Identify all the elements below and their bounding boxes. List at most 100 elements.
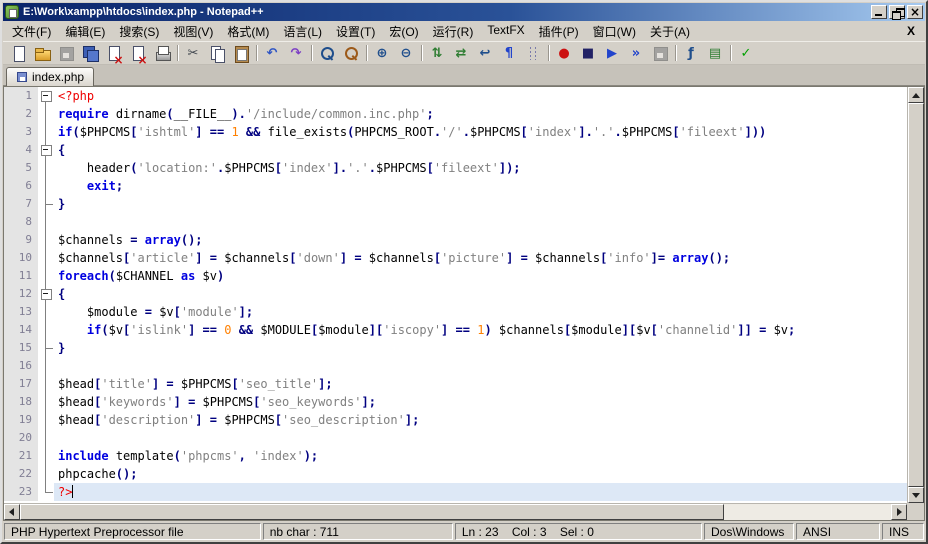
menu-item-file[interactable]: 文件(F): [5, 21, 58, 42]
code-text[interactable]: {: [54, 285, 907, 303]
play-macro-button[interactable]: ▶: [600, 42, 624, 64]
scroll-up-button[interactable]: [908, 87, 924, 103]
zoom-in-button[interactable]: ⊕: [370, 42, 394, 64]
run-macro-multiple-button[interactable]: »: [624, 42, 648, 64]
fold-toggle[interactable]: [38, 87, 54, 105]
horizontal-scrollbar[interactable]: [4, 503, 907, 520]
code-text[interactable]: [54, 213, 907, 231]
menu-item-settings[interactable]: 设置(T): [329, 21, 382, 42]
menu-item-window[interactable]: 窗口(W): [586, 21, 643, 42]
word-wrap-button[interactable]: ↩: [473, 42, 497, 64]
new-file-button[interactable]: [6, 42, 30, 64]
find-button[interactable]: [315, 42, 339, 64]
close-button[interactable]: [907, 5, 923, 19]
vertical-scroll-thumb[interactable]: [908, 103, 924, 487]
record-macro-button[interactable]: ●: [552, 42, 576, 64]
code-line: 19$head['description'] = $PHPCMS['seo_de…: [4, 411, 907, 429]
code-area[interactable]: 1<?php2require dirname(__FILE__).'/inclu…: [4, 87, 907, 503]
zoom-out-button[interactable]: ⊖: [394, 42, 418, 64]
code-text[interactable]: $module = $v['module'];: [54, 303, 907, 321]
show-all-characters-button[interactable]: ¶: [497, 42, 521, 64]
scroll-left-button[interactable]: [4, 504, 20, 520]
replace-button[interactable]: [339, 42, 363, 64]
code-text[interactable]: ?>: [54, 483, 907, 501]
function-list-button[interactable]: ƒ: [679, 42, 703, 64]
menu-item-edit[interactable]: 编辑(E): [58, 21, 112, 42]
open-file-button[interactable]: [30, 42, 54, 64]
code-text[interactable]: $head['title'] = $PHPCMS['seo_title'];: [54, 375, 907, 393]
code-text[interactable]: include template('phpcms', 'index');: [54, 447, 907, 465]
menu-item-search[interactable]: 搜索(S): [112, 21, 166, 42]
stop-macro-button[interactable]: ■: [576, 42, 600, 64]
doc-map-button[interactable]: ▤: [703, 42, 727, 64]
close-all-button[interactable]: [126, 42, 150, 64]
tab-index-php[interactable]: index.php: [6, 67, 94, 86]
code-text[interactable]: if($PHPCMS['ishtml'] == 1 && file_exists…: [54, 123, 907, 141]
horizontal-scroll-track[interactable]: [724, 504, 891, 520]
code-text[interactable]: $channels = array();: [54, 231, 907, 249]
fold-margin: [38, 105, 54, 123]
line-number: 3: [4, 123, 38, 141]
toolbar-separator: [672, 43, 679, 63]
title-bar[interactable]: E:\Work\xampp\htdocs\index.php - Notepad…: [3, 3, 925, 21]
code-text[interactable]: foreach($CHANNEL as $v): [54, 267, 907, 285]
copy-button[interactable]: [205, 42, 229, 64]
spell-check-button[interactable]: ✓: [734, 42, 758, 64]
code-text[interactable]: [54, 429, 907, 447]
scroll-down-button[interactable]: [908, 487, 924, 503]
undo-button[interactable]: ↶: [260, 42, 284, 64]
paste-button[interactable]: [229, 42, 253, 64]
code-text[interactable]: require dirname(__FILE__).'/include/comm…: [54, 105, 907, 123]
stop-macro-icon: ■: [580, 45, 597, 62]
code-text[interactable]: }: [54, 339, 907, 357]
document-close-button[interactable]: X: [899, 24, 923, 38]
fold-toggle[interactable]: [38, 285, 54, 303]
menu-item-textfx[interactable]: TextFX: [480, 21, 531, 42]
menu-item-run[interactable]: 运行(R): [426, 21, 481, 42]
function-list-icon: ƒ: [683, 45, 700, 62]
menu-item-about[interactable]: 关于(A): [643, 21, 697, 42]
save-button[interactable]: [54, 42, 78, 64]
restore-button[interactable]: [889, 5, 905, 19]
print-button[interactable]: [150, 42, 174, 64]
cut-button[interactable]: ✂: [181, 42, 205, 64]
code-text[interactable]: exit;: [54, 177, 907, 195]
toolbar-separator: [253, 43, 260, 63]
code-text[interactable]: {: [54, 141, 907, 159]
line-number: 13: [4, 303, 38, 321]
close-button[interactable]: [102, 42, 126, 64]
code-text[interactable]: phpcache();: [54, 465, 907, 483]
code-text[interactable]: $channels['article'] = $channels['down']…: [54, 249, 907, 267]
save-macro-button[interactable]: [648, 42, 672, 64]
code-text[interactable]: [54, 357, 907, 375]
sync-vertical-button[interactable]: ⇅: [425, 42, 449, 64]
code-line: 8: [4, 213, 907, 231]
code-text[interactable]: <?php: [54, 87, 907, 105]
menu-item-view[interactable]: 视图(V): [166, 21, 220, 42]
code-text[interactable]: }: [54, 195, 907, 213]
app-icon[interactable]: [5, 5, 19, 19]
vertical-scrollbar[interactable]: [907, 87, 924, 503]
line-number: 14: [4, 321, 38, 339]
sync-horizontal-button[interactable]: ⇄: [449, 42, 473, 64]
code-text[interactable]: if($v['islink'] == 0 && $MODULE[$module]…: [54, 321, 907, 339]
menu-item-plugins[interactable]: 插件(P): [532, 21, 586, 42]
horizontal-scroll-thumb[interactable]: [20, 504, 724, 520]
fold-margin: [38, 483, 54, 501]
scroll-right-button[interactable]: [891, 504, 907, 520]
fold-margin: [38, 411, 54, 429]
save-all-button[interactable]: [78, 42, 102, 64]
code-line: 9$channels = array();: [4, 231, 907, 249]
indent-guide-button[interactable]: [521, 42, 545, 64]
fold-toggle[interactable]: [38, 141, 54, 159]
code-text[interactable]: $head['description'] = $PHPCMS['seo_desc…: [54, 411, 907, 429]
minimize-button[interactable]: [871, 5, 887, 19]
menu-item-macro[interactable]: 宏(O): [382, 21, 425, 42]
record-macro-icon: ●: [556, 45, 573, 62]
menu-item-format[interactable]: 格式(M): [220, 21, 276, 42]
menu-item-language[interactable]: 语言(L): [276, 21, 329, 42]
code-text[interactable]: header('location:'.$PHPCMS['index'].'.'.…: [54, 159, 907, 177]
redo-button[interactable]: ↷: [284, 42, 308, 64]
fold-margin: [38, 249, 54, 267]
code-text[interactable]: $head['keywords'] = $PHPCMS['seo_keyword…: [54, 393, 907, 411]
